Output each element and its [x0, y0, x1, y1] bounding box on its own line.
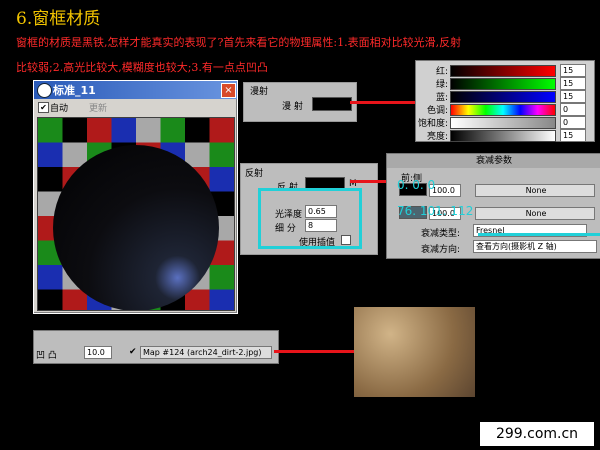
checker-background [38, 118, 234, 310]
picker-label-4: 饱和度: [418, 119, 449, 129]
picker-slider-4[interactable] [450, 117, 556, 129]
watermark: 299.com.cn [480, 422, 594, 446]
arrow-diffuse [350, 101, 418, 104]
diffuse-panel: 漫射 漫 射 [243, 82, 357, 122]
picker-slider-3[interactable] [450, 104, 556, 116]
diffuse-color-swatch[interactable] [312, 97, 352, 111]
side-map-button[interactable]: None [475, 207, 595, 220]
window-title: 标准_11 [53, 84, 96, 97]
front-color-overlay: 0. 0. 0 [397, 178, 436, 192]
material-sphere-preview [37, 117, 235, 311]
window-titlebar[interactable]: 标准_11 × [34, 81, 237, 99]
diffuse-group-label: 漫射 [250, 87, 269, 97]
app-icon [37, 83, 52, 98]
preview-toolbar: ✔ 自动 更新 [34, 100, 237, 114]
picker-slider-0[interactable] [450, 65, 556, 77]
slide-title: 6.窗框材质 [16, 9, 101, 29]
picker-value-3[interactable]: 0 [560, 103, 586, 116]
cyan-pointer-line [478, 233, 600, 236]
falloff-direction-label: 衰减方向: [421, 245, 461, 255]
reflect-group-label: 反射 [245, 169, 264, 179]
picker-value-2[interactable]: 15 [560, 90, 586, 103]
bump-map-row: 凹 凸 10.0 ✔ Map #124 (arch24_dirt-2.jpg) [33, 330, 279, 364]
picker-label-2: 蓝: [435, 93, 448, 103]
close-button[interactable]: × [221, 83, 236, 98]
picker-slider-5[interactable] [450, 130, 556, 142]
falloff-type-label: 衰减类型: [421, 229, 461, 239]
auto-label: 自动 [50, 104, 69, 114]
picker-value-1[interactable]: 15 [560, 77, 586, 90]
side-color-overlay: 76. 101. 112 [397, 204, 474, 218]
picker-slider-2[interactable] [450, 91, 556, 103]
diffuse-label: 漫 射 [282, 102, 303, 112]
auto-checkbox[interactable]: ✔ [38, 102, 49, 113]
bump-map-button[interactable]: Map #124 (arch24_dirt-2.jpg) [140, 346, 272, 359]
color-picker: 红: 15 绿: 15 蓝: 15 色调: 0 饱和度: 0 亮度: 15 [415, 60, 595, 142]
picker-label-3: 色调: [426, 106, 448, 116]
falloff-direction-select[interactable]: 查看方向(摄影机 Z 轴) [473, 240, 597, 253]
falloff-header[interactable]: 衰减参数 [387, 154, 600, 168]
dirt-texture-image [354, 307, 475, 397]
material-sphere [53, 145, 219, 310]
arrow-bump [274, 350, 356, 353]
picker-slider-1[interactable] [450, 78, 556, 90]
material-preview-window: 标准_11 × ✔ 自动 更新 [33, 80, 238, 314]
picker-value-0[interactable]: 15 [560, 64, 586, 77]
bump-amount-input[interactable]: 10.0 [84, 346, 112, 359]
picker-label-0: 红: [435, 67, 448, 77]
bump-enable-checkbox[interactable]: ✔ [129, 347, 137, 357]
picker-value-5[interactable]: 15 [560, 129, 586, 142]
description-line-1: 窗框的材质是黑铁,怎样才能真实的表现了?首先来看它的物理属性:1.表面相对比较光… [16, 36, 462, 49]
picker-value-4[interactable]: 0 [560, 116, 586, 129]
gloss-highlight-box [258, 188, 362, 249]
picker-label-1: 绿: [435, 80, 448, 90]
description-line-2: 比较弱;2.高光比较大,模糊度也较大;3.有一点点凹凸 [16, 61, 268, 74]
picker-label-5: 亮度: [426, 132, 448, 142]
update-button[interactable]: 更新 [89, 101, 107, 114]
front-map-button[interactable]: None [475, 184, 595, 197]
bump-label: 凹 凸 [36, 351, 57, 361]
